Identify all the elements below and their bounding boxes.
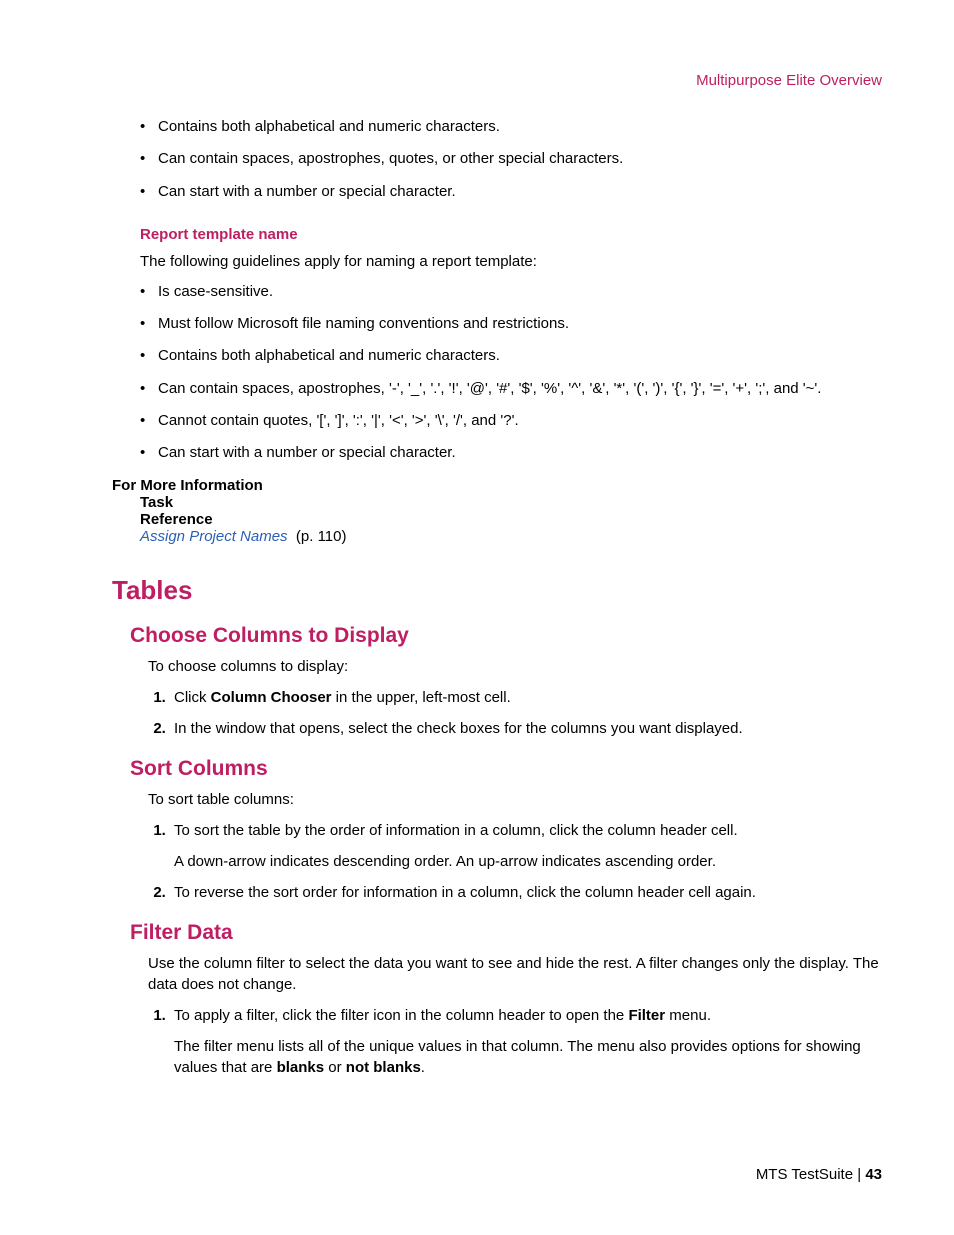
bold-text: blanks: [277, 1059, 325, 1076]
step-subtext: A down-arrow indicates descending order.…: [174, 851, 882, 872]
filter-data-heading: Filter Data: [130, 921, 882, 945]
page-footer: MTS TestSuite | 43: [756, 1166, 882, 1183]
more-info-reference: Reference: [140, 511, 882, 528]
assign-project-names-link[interactable]: Assign Project Names: [140, 528, 288, 545]
tables-heading: Tables: [112, 575, 882, 606]
step-text: menu.: [665, 1007, 711, 1024]
step-text: Click: [174, 689, 211, 706]
page-container: Multipurpose Elite Overview Contains bot…: [0, 0, 954, 1235]
top-bullet-list: Contains both alphabetical and numeric c…: [112, 117, 882, 202]
more-info-title: For More Information: [112, 477, 882, 494]
header-breadcrumb[interactable]: Multipurpose Elite Overview: [112, 72, 882, 89]
sort-columns-heading: Sort Columns: [130, 757, 882, 781]
step-subtext: The filter menu lists all of the unique …: [174, 1036, 882, 1078]
bold-text: Column Chooser: [211, 689, 332, 706]
list-item: Can start with a number or special chara…: [140, 182, 882, 202]
choose-columns-heading: Choose Columns to Display: [130, 624, 882, 648]
choose-columns-intro: To choose columns to display:: [148, 656, 882, 677]
footer-product: MTS TestSuite: [756, 1166, 853, 1183]
step-text: To apply a filter, click the filter icon…: [174, 1007, 628, 1024]
report-template-heading: Report template name: [140, 226, 882, 243]
list-item: Cannot contain quotes, '[', ']', ':', '|…: [140, 411, 882, 431]
sort-columns-intro: To sort table columns:: [148, 789, 882, 810]
more-info-task: Task: [140, 494, 882, 511]
bold-text: not blanks: [346, 1059, 421, 1076]
list-item: Click Column Chooser in the upper, left-…: [170, 687, 882, 708]
footer-sep: |: [853, 1166, 865, 1183]
step-text: in the upper, left-most cell.: [332, 689, 511, 706]
step-text: or: [324, 1059, 346, 1076]
report-template-intro: The following guidelines apply for namin…: [140, 251, 882, 272]
list-item: Must follow Microsoft file naming conven…: [140, 314, 882, 334]
choose-columns-steps: Click Column Chooser in the upper, left-…: [148, 687, 882, 739]
step-text: .: [421, 1059, 425, 1076]
filter-data-steps: To apply a filter, click the filter icon…: [148, 1005, 882, 1078]
report-template-bullets: Is case-sensitive. Must follow Microsoft…: [112, 282, 882, 464]
more-info-block: For More Information Task Reference Assi…: [112, 477, 882, 545]
list-item: Contains both alphabetical and numeric c…: [140, 117, 882, 137]
step-text: To sort the table by the order of inform…: [174, 822, 738, 839]
list-item: Can contain spaces, apostrophes, quotes,…: [140, 149, 882, 169]
list-item: To apply a filter, click the filter icon…: [170, 1005, 882, 1078]
list-item: Can start with a number or special chara…: [140, 443, 882, 463]
sort-columns-steps: To sort the table by the order of inform…: [148, 820, 882, 903]
list-item: Contains both alphabetical and numeric c…: [140, 346, 882, 366]
link-page-ref: (p. 110): [296, 528, 347, 545]
more-info-link-row: Assign Project Names (p. 110): [140, 528, 882, 545]
list-item: To sort the table by the order of inform…: [170, 820, 882, 872]
list-item: To reverse the sort order for informatio…: [170, 882, 882, 903]
footer-page-number: 43: [865, 1166, 882, 1183]
list-item: Is case-sensitive.: [140, 282, 882, 302]
list-item: Can contain spaces, apostrophes, '-', '_…: [140, 379, 882, 399]
bold-text: Filter: [628, 1007, 665, 1024]
filter-data-intro: Use the column filter to select the data…: [148, 953, 882, 995]
list-item: In the window that opens, select the che…: [170, 718, 882, 739]
